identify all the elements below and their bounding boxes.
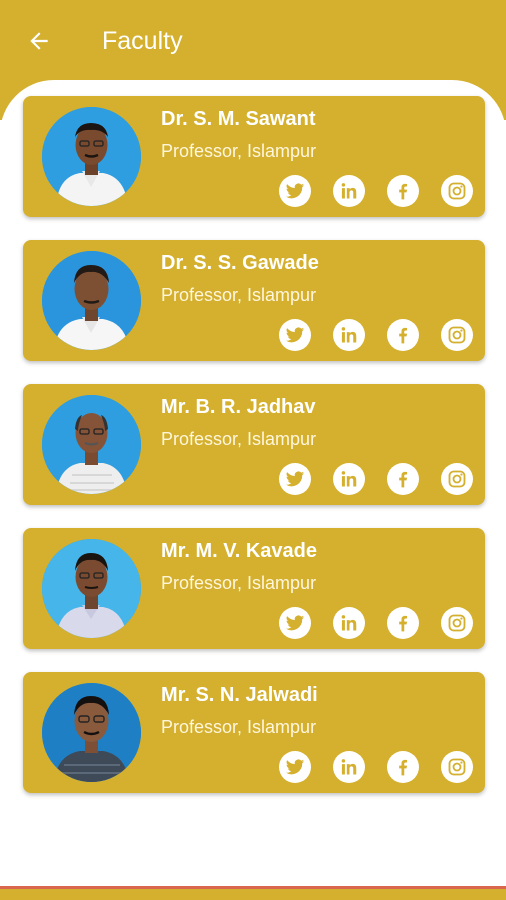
instagram-icon[interactable] <box>441 463 473 495</box>
facebook-icon[interactable] <box>387 319 419 351</box>
facebook-icon[interactable] <box>387 463 419 495</box>
bottom-bar <box>0 889 506 900</box>
linkedin-icon[interactable] <box>333 607 365 639</box>
twitter-icon[interactable] <box>279 463 311 495</box>
instagram-icon[interactable] <box>441 607 473 639</box>
instagram-icon[interactable] <box>441 751 473 783</box>
facebook-icon[interactable] <box>387 175 419 207</box>
faculty-list: Dr. S. M. Sawant Professor, Islampur Dr.… <box>23 96 485 816</box>
arrow-back-icon <box>30 32 48 50</box>
linkedin-icon[interactable] <box>333 751 365 783</box>
faculty-name: Dr. S. S. Gawade <box>161 252 319 274</box>
linkedin-icon[interactable] <box>333 463 365 495</box>
avatar <box>42 395 141 494</box>
avatar <box>42 683 141 782</box>
faculty-name: Dr. S. M. Sawant <box>161 108 316 130</box>
linkedin-icon[interactable] <box>333 319 365 351</box>
faculty-role: Professor, Islampur <box>161 429 317 449</box>
faculty-card[interactable]: Dr. S. S. Gawade Professor, Islampur <box>23 240 485 361</box>
page-title: Faculty <box>102 27 183 55</box>
twitter-icon[interactable] <box>279 319 311 351</box>
faculty-role: Professor, Islampur <box>161 717 317 737</box>
instagram-icon[interactable] <box>441 175 473 207</box>
facebook-icon[interactable] <box>387 751 419 783</box>
facebook-icon[interactable] <box>387 607 419 639</box>
faculty-name: Mr. M. V. Kavade <box>161 540 317 562</box>
avatar <box>42 107 141 206</box>
back-button[interactable] <box>22 24 56 58</box>
faculty-card[interactable]: Mr. B. R. Jadhav Professor, Islampur <box>23 384 485 505</box>
twitter-icon[interactable] <box>279 607 311 639</box>
faculty-card[interactable]: Mr. M. V. Kavade Professor, Islampur <box>23 528 485 649</box>
faculty-role: Professor, Islampur <box>161 285 317 305</box>
avatar <box>42 539 141 638</box>
twitter-icon[interactable] <box>279 175 311 207</box>
faculty-card[interactable]: Dr. S. M. Sawant Professor, Islampur <box>23 96 485 217</box>
faculty-role: Professor, Islampur <box>161 573 317 593</box>
faculty-role: Professor, Islampur <box>161 141 317 161</box>
faculty-name: Mr. B. R. Jadhav <box>161 396 316 418</box>
faculty-card[interactable]: Mr. S. N. Jalwadi Professor, Islampur <box>23 672 485 793</box>
linkedin-icon[interactable] <box>333 175 365 207</box>
twitter-icon[interactable] <box>279 751 311 783</box>
instagram-icon[interactable] <box>441 319 473 351</box>
avatar <box>42 251 141 350</box>
faculty-name: Mr. S. N. Jalwadi <box>161 684 318 706</box>
